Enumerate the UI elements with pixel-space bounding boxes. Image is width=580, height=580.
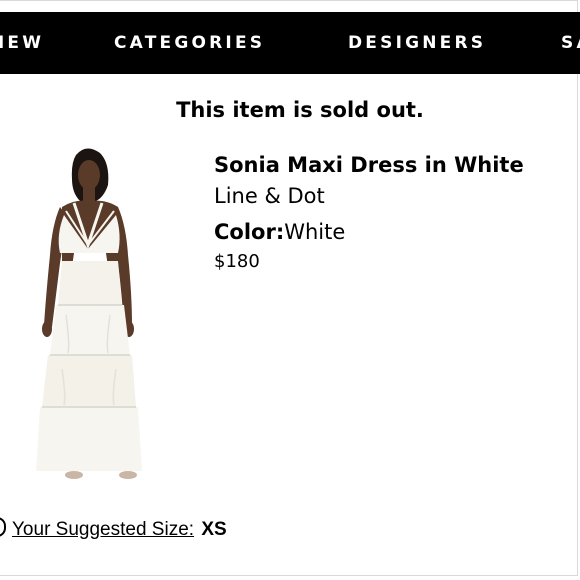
product-name: Sonia Maxi Dress in White (214, 153, 524, 177)
sold-out-message: This item is sold out. (176, 98, 424, 122)
product-price: $180 (214, 251, 260, 272)
nav-item-designers[interactable]: DESIGNERS (348, 33, 486, 53)
nav-item-sale[interactable]: SALE (561, 33, 580, 53)
suggested-size-link[interactable]: Your Suggested Size: (12, 519, 194, 540)
dress-model-illustration (36, 148, 142, 479)
color-label: Color: (214, 220, 285, 244)
product-image[interactable] (26, 145, 144, 485)
color-value: White (284, 220, 346, 244)
brand-name[interactable]: Line & Dot (214, 183, 574, 209)
nav-item-categories[interactable]: CATEGORIES (114, 33, 265, 53)
product-info: Sonia Maxi Dress in White Line & Dot Col… (214, 152, 574, 273)
nav-item-new[interactable]: NEW (0, 33, 44, 53)
suggested-size-row: Your Suggested Size: XS (0, 517, 227, 541)
size-fit-icon (0, 517, 6, 537)
suggested-size-value: XS (201, 519, 227, 540)
color-row: Color:White (214, 219, 574, 245)
top-navigation: NEW CATEGORIES DESIGNERS SALE (0, 12, 580, 74)
